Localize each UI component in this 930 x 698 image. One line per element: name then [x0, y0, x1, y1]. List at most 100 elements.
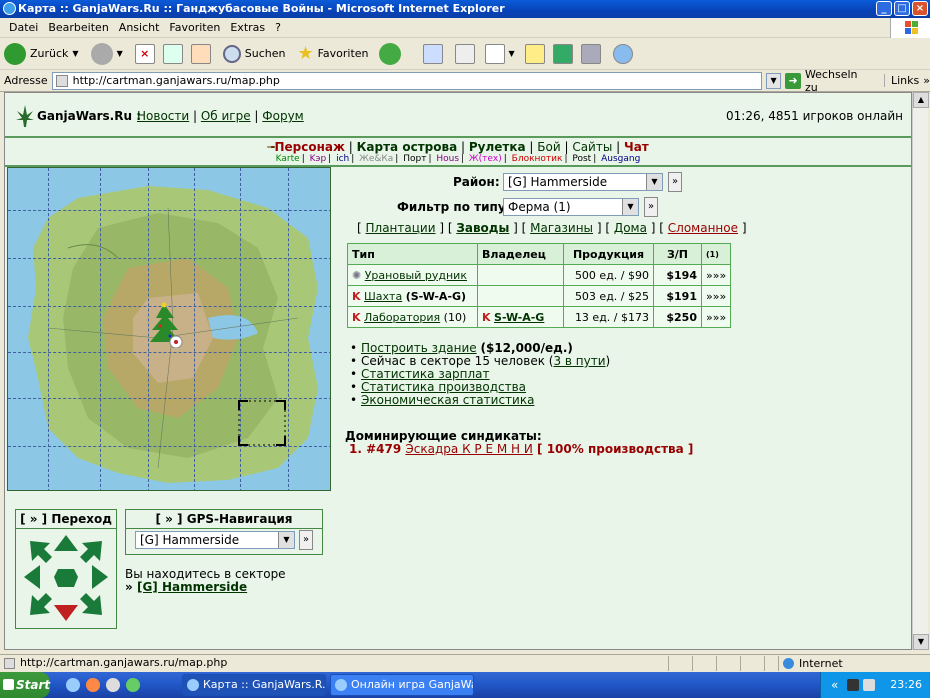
go-arrow-icon[interactable]: ➜	[785, 72, 801, 89]
menu-file[interactable]: Datei	[4, 21, 43, 34]
links-button[interactable]: Links	[883, 74, 919, 87]
building-link[interactable]: Урановый рудник	[365, 269, 467, 282]
build-link[interactable]: Построить здание	[361, 341, 477, 355]
history-icon[interactable]	[378, 42, 401, 65]
type-filter-select[interactable]: Ферма (1) ▼	[503, 198, 639, 216]
quicklaunch-media-icon[interactable]	[86, 678, 100, 692]
nav-roulette[interactable]: Рулетка	[469, 140, 526, 154]
back-button-label[interactable]: Zurück	[30, 47, 68, 60]
subnav-ausgang[interactable]: Ausgang	[601, 154, 640, 164]
maximize-button[interactable]: □	[894, 1, 910, 16]
task-map-window[interactable]: Карта :: GanjaWars.R...	[182, 674, 326, 696]
about-link[interactable]: Об игре	[201, 109, 251, 123]
building-link[interactable]: Лаборатория	[364, 311, 440, 324]
nav-sites[interactable]: Сайты	[572, 140, 612, 154]
christmas-tree-marker-icon[interactable]	[148, 302, 188, 348]
type-filter-go-button[interactable]: »	[644, 197, 658, 217]
gps-go-button[interactable]: »	[299, 530, 313, 550]
tray-app-icon[interactable]	[847, 679, 859, 691]
syndicate-link[interactable]: Эскадра К Р Е М Н И	[405, 442, 532, 456]
district-go-button[interactable]: »	[668, 172, 682, 192]
address-input[interactable]: http://cartman.ganjawars.ru/map.php	[51, 71, 762, 90]
stop-icon[interactable]: ×	[134, 43, 155, 64]
menu-edit[interactable]: Bearbeiten	[43, 21, 113, 34]
site-name[interactable]: GanjaWars.Ru :	[37, 109, 141, 123]
subnav-tech[interactable]: Ж(тех)	[469, 154, 502, 164]
gps-box-title[interactable]: [ » ] GPS-Навигация	[126, 510, 322, 529]
messenger-icon[interactable]	[612, 43, 633, 64]
nav-battle[interactable]: Бой	[537, 140, 560, 154]
home-icon[interactable]	[190, 43, 211, 64]
cell-more[interactable]: »»»	[700, 264, 732, 286]
nav-chat[interactable]: Чат	[624, 140, 649, 154]
current-sector-frame[interactable]	[238, 400, 286, 446]
task-online-game-window[interactable]: Онлайн игра GanjaWars...	[330, 674, 474, 696]
forward-arrow-icon[interactable]	[90, 42, 113, 65]
nav-character[interactable]: Персонаж	[274, 140, 344, 154]
mail-icon[interactable]	[422, 43, 443, 64]
search-button-label[interactable]: Suchen	[245, 47, 286, 60]
news-link[interactable]: Новости	[137, 109, 189, 123]
edit-dropdown-icon[interactable]: ▼	[509, 49, 515, 58]
menu-view[interactable]: Ansicht	[114, 21, 165, 34]
tray-expand-icon[interactable]: «	[831, 672, 838, 698]
menu-tools[interactable]: Extras	[225, 21, 270, 34]
forward-dropdown-icon[interactable]: ▼	[117, 49, 123, 58]
minimize-button[interactable]: _	[876, 1, 892, 16]
salary-stats-link[interactable]: Статистика зарплат	[361, 367, 490, 381]
window-titlebar[interactable]: Карта :: GanjaWars.Ru :: Ганджубасовые В…	[0, 0, 930, 18]
address-dropdown-icon[interactable]: ▼	[765, 72, 782, 89]
vertical-scrollbar[interactable]: ▲ ▼	[912, 92, 929, 650]
research-icon[interactable]	[580, 43, 601, 64]
scroll-up-icon[interactable]: ▲	[913, 92, 929, 108]
search-icon[interactable]	[222, 44, 241, 63]
menu-favorites[interactable]: Favoriten	[164, 21, 225, 34]
subnav-post[interactable]: Post	[572, 154, 591, 164]
gps-select[interactable]: [G] Hammerside ▼	[135, 531, 295, 549]
category-factories[interactable]: Заводы	[456, 221, 509, 235]
category-broken[interactable]: Сломанное	[668, 221, 738, 235]
category-plantations[interactable]: Плантации	[366, 221, 436, 235]
clock[interactable]: 23:26	[890, 678, 922, 691]
subnav-karte[interactable]: Karte	[276, 154, 300, 164]
building-link[interactable]: Шахта	[364, 290, 402, 303]
notes-icon[interactable]	[524, 43, 545, 64]
subnav-hous[interactable]: Hous	[436, 154, 459, 164]
subnav-ich[interactable]: ich	[336, 154, 349, 164]
edit-icon[interactable]	[484, 43, 505, 64]
links-chevron-icon[interactable]: »	[923, 74, 930, 87]
building-owner-suffix[interactable]: (S-W-A-G)	[406, 290, 466, 303]
district-select[interactable]: [G] Hammerside ▼	[503, 173, 663, 191]
pro-icon[interactable]	[552, 43, 573, 64]
subnav-notebook[interactable]: Блокнотик	[512, 154, 563, 164]
subnav-ker[interactable]: Kэр	[310, 154, 327, 164]
quicklaunch-player-icon[interactable]	[106, 678, 120, 692]
scroll-down-icon[interactable]: ▼	[913, 634, 929, 650]
category-shops[interactable]: Магазины	[530, 221, 593, 235]
cell-more[interactable]: »»»	[700, 285, 732, 307]
in-transit-link[interactable]: 3 в пути	[553, 354, 605, 368]
location-link[interactable]: [G] Hammerside	[137, 580, 247, 594]
subnav-port[interactable]: Порт	[403, 154, 426, 164]
island-map[interactable]	[7, 167, 331, 491]
cell-more[interactable]: »»»	[700, 306, 732, 328]
type-dropdown-icon[interactable]: ▼	[622, 199, 638, 215]
gps-dropdown-icon[interactable]: ▼	[278, 532, 294, 548]
volume-icon[interactable]	[863, 679, 875, 691]
owner-link[interactable]: S-W-A-G	[494, 311, 544, 324]
go-button[interactable]: Wechseln zu	[805, 68, 872, 94]
start-button[interactable]: Start	[0, 672, 50, 698]
back-arrow-icon[interactable]	[4, 42, 26, 65]
district-dropdown-icon[interactable]: ▼	[646, 174, 662, 190]
move-box-title[interactable]: [ » ] Переход	[16, 510, 116, 529]
print-icon[interactable]	[454, 43, 475, 64]
refresh-icon[interactable]	[162, 43, 183, 64]
economic-stats-link[interactable]: Экономическая статистика	[361, 393, 534, 407]
quicklaunch-ie-icon[interactable]	[66, 678, 80, 692]
production-stats-link[interactable]: Статистика производства	[361, 380, 526, 394]
favorites-star-icon[interactable]: ★	[297, 43, 313, 64]
close-button[interactable]: ×	[912, 1, 928, 16]
category-houses[interactable]: Дома	[614, 221, 647, 235]
forum-link[interactable]: Форум	[262, 109, 303, 123]
back-dropdown-icon[interactable]: ▼	[72, 49, 78, 58]
